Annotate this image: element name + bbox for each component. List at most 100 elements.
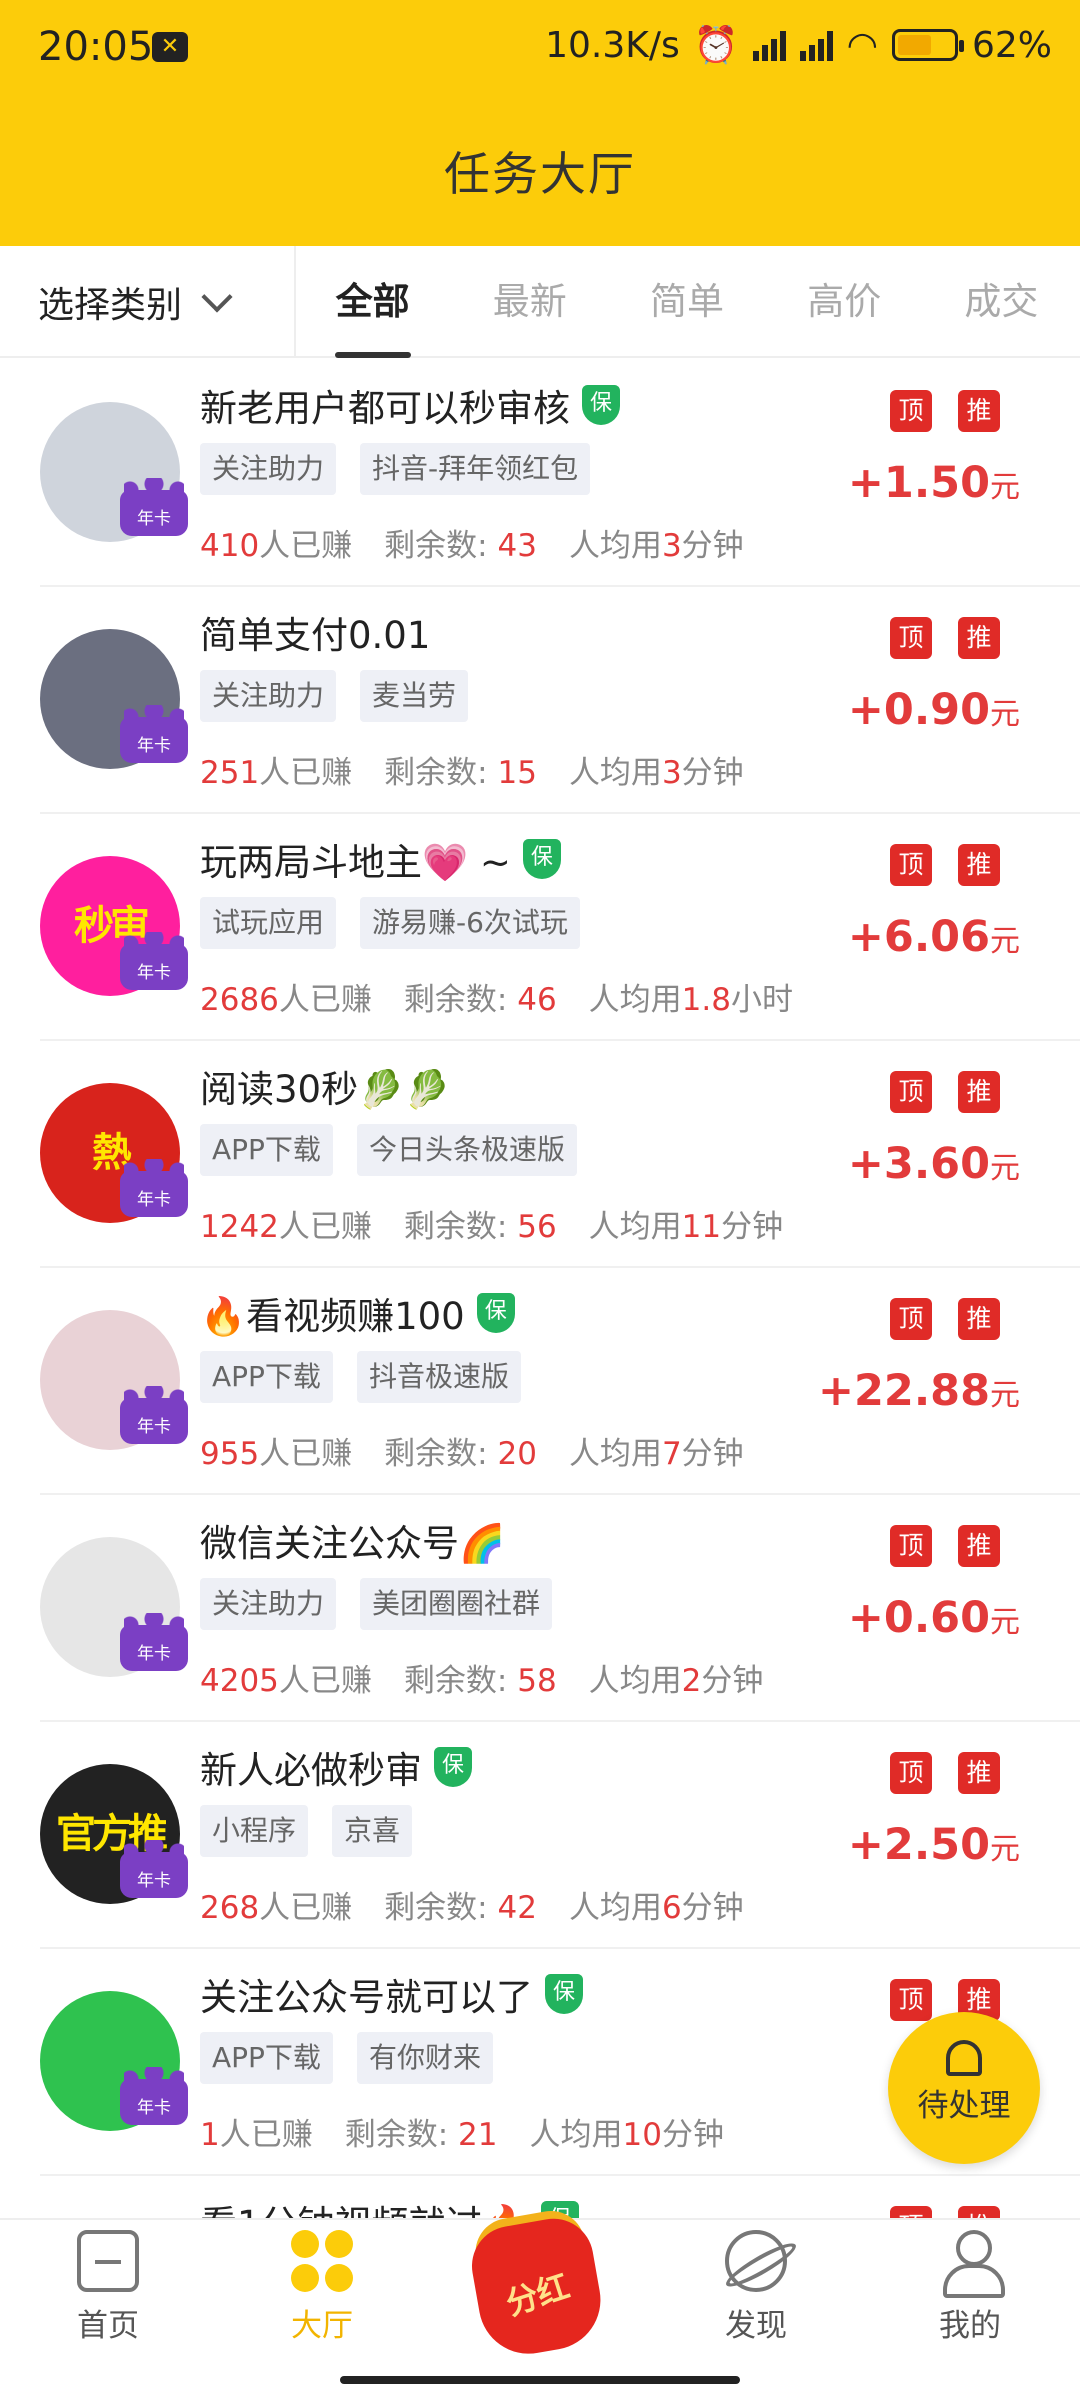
guarantee-shield-icon: 保 <box>476 1293 515 1333</box>
task-tags: APP下载 今日头条极速版 <box>200 1124 577 1176</box>
remaining-count: 58 <box>517 1663 557 1699</box>
task-title-line: 关注公众号就可以了保 <box>200 1967 583 2021</box>
task-row[interactable]: 年卡 简单支付0.01 关注助力 麦当劳 251人已赚 剩余数: 15 人均用3分钟 顶推 +0… <box>0 587 1080 814</box>
task-tag: 有你财来 <box>356 2032 493 2084</box>
earned-label: 人已赚 <box>278 1209 372 1245</box>
home-icon <box>77 2230 139 2292</box>
signal-icon <box>752 29 786 61</box>
task-stats: 1人已赚 剩余数: 21 人均用10分钟 <box>200 2109 724 2154</box>
battery-percent: 62% <box>971 24 1052 66</box>
avg-unit: 分钟 <box>721 1209 784 1245</box>
task-reward: +6.06元 <box>848 912 1020 962</box>
nav-hall[interactable]: 大厅 <box>242 2230 402 2345</box>
task-title: 简单支付0.01 <box>200 614 431 657</box>
reward-unit: 元 <box>990 697 1020 732</box>
remaining-label: 剩余数: <box>384 1890 488 1926</box>
top-badge: 顶 <box>890 1298 932 1340</box>
reward-amount: +2.50 <box>847 1820 990 1870</box>
reward-amount: +1.50 <box>847 458 990 508</box>
task-row[interactable]: 官方推荐年卡新人必做秒审保小程序京喜 268人已赚剩余数: 42 人均用6分钟 顶推 +… <box>0 1722 1080 1949</box>
task-title-line: 微信关注公众号🌈 <box>200 1513 505 1567</box>
earned-count: 251 <box>200 755 260 791</box>
earned-label: 人已赚 <box>259 1436 353 1472</box>
avg-unit: 小时 <box>730 982 793 1018</box>
task-row[interactable]: 年卡 微信关注公众号🌈 关注助力 美团圈圈社群 4205人已赚 剩余数: 58 人均用2分钟… <box>0 1495 1080 1722</box>
avg-time: 7 <box>661 1436 682 1472</box>
task-badges: 顶推 <box>890 844 1000 886</box>
task-row[interactable]: 熱年卡 阅读30秒🥬🥬 APP下载 今日头条极速版 1242人已赚 剩余数: 56 人均用1… <box>0 1041 1080 1268</box>
task-tag: APP下载 <box>200 1351 333 1403</box>
task-tag: 京喜 <box>332 1805 413 1857</box>
task-stats: 2686人已赚 剩余数: 46 人均用1.8小时 <box>200 974 793 1019</box>
task-title-line: 🔥看视频赚100 保 <box>200 1286 515 1340</box>
task-tags: APP下载 抖音极速版 <box>200 1351 521 1403</box>
reward-unit: 元 <box>990 1378 1020 1413</box>
category-select[interactable]: 选择类别 <box>38 276 233 328</box>
reward-amount: +0.90 <box>847 685 990 735</box>
wifi-icon: ◠ <box>846 24 878 66</box>
alarm-icon: ⏰ <box>693 25 739 66</box>
recommend-badge: 推 <box>958 1752 1000 1794</box>
top-badge: 顶 <box>890 844 932 886</box>
avg-time: 10 <box>622 2117 662 2153</box>
status-bar: 20:05 ✕ 10.3K/s ⏰ ◠ 62% <box>0 0 1080 96</box>
earned-label: 人已赚 <box>259 1890 353 1926</box>
task-reward: +0.90元 <box>848 685 1020 735</box>
nav-home[interactable]: 首页 <box>28 2230 188 2345</box>
task-reward: +22.88元 <box>818 1366 1020 1416</box>
task-tags: APP下载 有你财来 <box>200 2032 493 2084</box>
avg-unit: 分钟 <box>681 1890 744 1926</box>
task-avatar: 年卡 <box>40 402 188 542</box>
task-badges: 顶推 <box>890 1525 1000 1567</box>
earned-count: 955 <box>200 1436 260 1472</box>
task-title-line: 玩两局斗地主💗 ~ 保 <box>200 832 561 886</box>
tab-completed[interactable]: 成交 <box>923 246 1080 358</box>
guarantee-shield-icon: 保 <box>434 1747 472 1787</box>
nav-me[interactable]: 我的 <box>890 2230 1050 2345</box>
reward-unit: 元 <box>990 924 1020 959</box>
reward-amount: +6.06 <box>847 912 990 962</box>
task-row[interactable]: 年卡 🔥看视频赚100 保 APP下载 抖音极速版 955人已赚 剩余数: 20 人均用7分钟… <box>0 1268 1080 1495</box>
task-tag: 小程序 <box>200 1805 309 1857</box>
vip-badge: 年卡 <box>120 1613 188 1671</box>
tab-high-price[interactable]: 高价 <box>766 246 923 358</box>
task-reward: +2.50元 <box>848 1820 1020 1870</box>
bottom-nav: 首页 大厅 分红 发现 我的 <box>0 2212 1080 2400</box>
task-row[interactable]: 年卡 新老用户都可以秒审核保关注助力 抖音-拜年领红包 410人已赚 剩余数: 43 人均… <box>0 360 1080 587</box>
task-title-line: 新人必做秒审保 <box>200 1740 472 1794</box>
tab-all[interactable]: 全部 <box>294 246 451 358</box>
avg-label: 人均用 <box>568 1890 662 1926</box>
reward-amount: +3.60 <box>847 1139 990 1189</box>
vip-badge: 年卡 <box>120 1386 188 1444</box>
task-tag: 关注助力 <box>200 670 337 722</box>
tab-simple[interactable]: 简单 <box>608 246 765 358</box>
pending-button[interactable]: 待处理 <box>888 2012 1040 2164</box>
task-badges: 顶推 <box>890 1071 1000 1113</box>
nav-discover[interactable]: 发现 <box>676 2230 836 2345</box>
nav-home-label: 首页 <box>77 2308 139 2344</box>
top-badge: 顶 <box>890 390 932 432</box>
filter-bar: 选择类别 全部 最新 简单 高价 成交 <box>0 246 1080 358</box>
earned-count: 1242 <box>200 1209 279 1245</box>
tab-newest[interactable]: 最新 <box>451 246 608 358</box>
remaining-count: 46 <box>517 982 557 1018</box>
network-speed: 10.3K/s <box>545 24 680 66</box>
task-title-line: 新老用户都可以秒审核保 <box>200 378 620 432</box>
task-stats: 251人已赚 剩余数: 15 人均用3分钟 <box>200 747 744 792</box>
task-reward: +3.60元 <box>848 1139 1020 1189</box>
pending-label: 待处理 <box>917 2088 1011 2124</box>
task-tag: 游易赚-6次试玩 <box>360 897 580 949</box>
task-stats: 955人已赚 剩余数: 20 人均用7分钟 <box>200 1428 744 1473</box>
earned-count: 410 <box>200 528 260 564</box>
earned-count: 4205 <box>200 1663 279 1699</box>
recommend-badge: 推 <box>958 1525 1000 1567</box>
remaining-count: 56 <box>517 1209 557 1245</box>
task-row[interactable]: 秒审 年卡 玩两局斗地主💗 ~ 保试玩应用 游易赚-6次试玩 2686人已赚 剩余数: 46… <box>0 814 1080 1041</box>
nav-bonus[interactable]: 分红 <box>462 2192 612 2362</box>
task-tags: 关注助力 美团圈圈社群 <box>200 1578 553 1630</box>
task-tag: 试玩应用 <box>200 897 337 949</box>
home-indicator[interactable] <box>340 2376 740 2384</box>
task-avatar: 官方推荐年卡 <box>40 1764 188 1904</box>
remaining-label: 剩余数: <box>403 1209 508 1245</box>
recommend-badge: 推 <box>958 844 1000 886</box>
